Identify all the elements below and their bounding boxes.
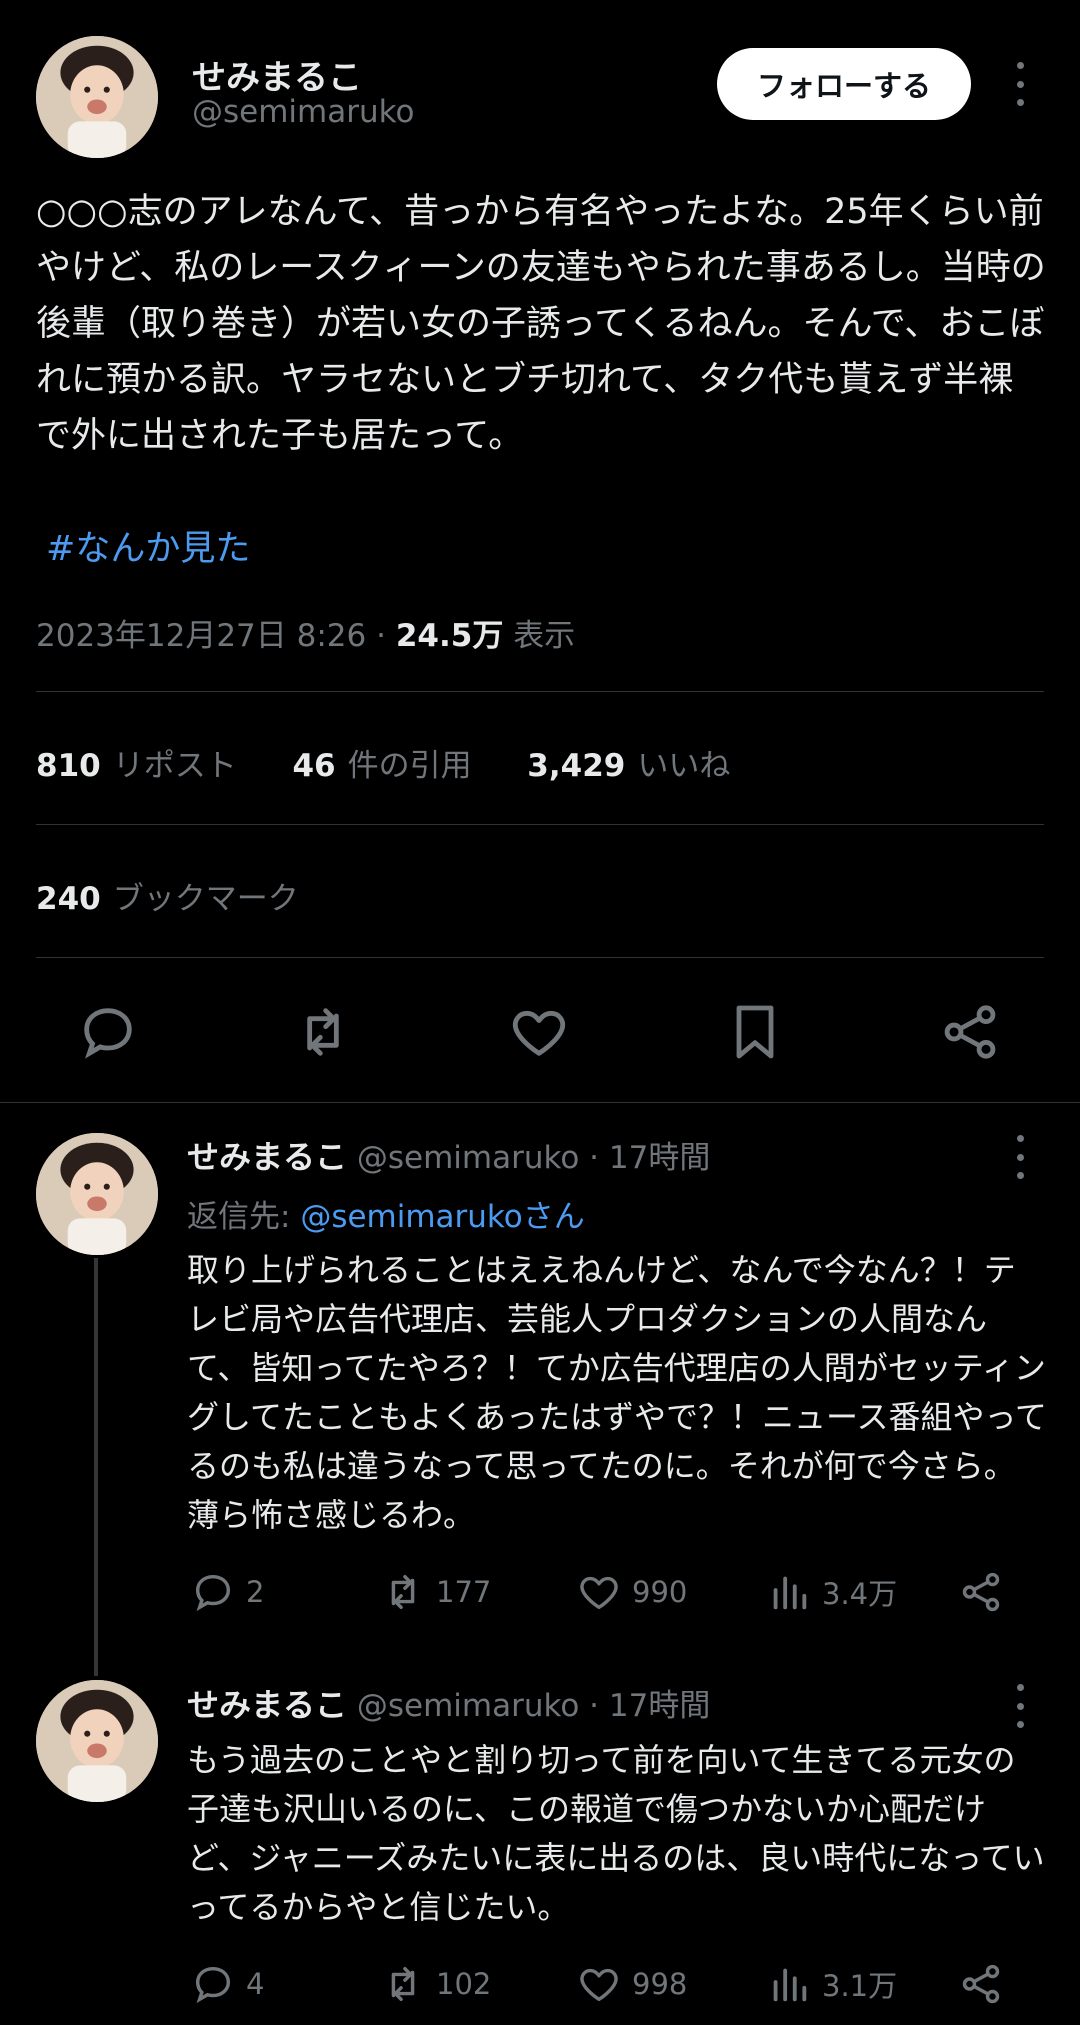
- reply-handle[interactable]: @semimaruko: [357, 1140, 579, 1176]
- avatar-image: [36, 36, 158, 158]
- avatar[interactable]: [36, 1133, 158, 1255]
- reply-to-handle[interactable]: @semimarukoさん: [300, 1199, 584, 1235]
- repost-count-button[interactable]: 102: [380, 1959, 491, 2009]
- views-label: 表示: [513, 618, 576, 654]
- post-timestamp[interactable]: 2023年12月27日 8:26: [36, 618, 366, 654]
- more-icon[interactable]: [1010, 62, 1030, 106]
- reposts-count: 810: [36, 748, 101, 784]
- like-icon: [580, 1968, 618, 2002]
- likes-count: 3,429: [527, 748, 626, 784]
- author-display-name[interactable]: せみまるこ: [192, 50, 362, 99]
- reply-header: せみまるこ @semimaruko · 17時間: [187, 1132, 710, 1178]
- reply-display-name[interactable]: せみまるこ: [187, 1138, 347, 1176]
- bookmarks-count: 240: [36, 881, 101, 917]
- avatar[interactable]: [36, 1680, 158, 1802]
- thread-connector: [94, 1258, 98, 1676]
- views-icon: [773, 1576, 807, 1610]
- reply-icon: [195, 1966, 231, 2004]
- repost-count: 102: [436, 1967, 492, 2001]
- divider: [36, 691, 1044, 692]
- like-icon: [580, 1576, 618, 1610]
- divider: [36, 957, 1044, 958]
- view-count: 3.1万: [822, 1969, 898, 2003]
- reply-icon: [195, 1574, 231, 1612]
- like-count: 990: [632, 1575, 688, 1609]
- views-count-button[interactable]: 3.1万: [766, 1959, 897, 2009]
- likes-label: いいね: [637, 748, 731, 784]
- repost-icon: [307, 1008, 339, 1056]
- reply-to-line: 返信先: @semimarukoさん: [187, 1191, 585, 1236]
- repost-count: 177: [436, 1575, 492, 1609]
- quotes-stat[interactable]: 46 件の引用: [292, 748, 471, 784]
- views-count: 24.5万: [395, 618, 504, 654]
- reply-text: 取り上げられることはええねんけど、なんで今なん？！テレビ局や広告代理店、芸能人プ…: [187, 1251, 1047, 1534]
- reply-count: 4: [246, 1967, 265, 2001]
- reply-display-name[interactable]: せみまるこ: [187, 1686, 347, 1724]
- quotes-label: 件の引用: [347, 748, 472, 784]
- reply-handle[interactable]: @semimaruko: [357, 1688, 579, 1724]
- reply-time[interactable]: · 17時間: [589, 1140, 710, 1176]
- repost-icon: [391, 1574, 415, 1610]
- avatar[interactable]: [36, 36, 158, 158]
- reply-count: 2: [246, 1575, 265, 1609]
- avatar-image: [36, 1680, 158, 1802]
- repost-button[interactable]: [291, 1000, 355, 1064]
- meta-separator: ·: [366, 618, 396, 654]
- post-text: ○○○志のアレなんて、昔っから有名やったよな。25年くらい前やけど、私のレースク…: [36, 192, 1046, 456]
- like-icon: [512, 1010, 566, 1056]
- share-button[interactable]: [958, 1959, 1014, 2009]
- reply-text: もう過去のことやと割り切って前を向いて生きてる元女の子達も沢山いるのに、この報道…: [187, 1741, 1045, 1926]
- reply-button[interactable]: [76, 1000, 140, 1064]
- reposts-label: リポスト: [112, 748, 237, 784]
- like-count: 998: [632, 1967, 688, 2001]
- bookmark-button[interactable]: [723, 1000, 787, 1064]
- reply-count-button[interactable]: 4: [190, 1959, 264, 2009]
- hashtag-link[interactable]: #なんか見た: [46, 520, 250, 571]
- avatar-image: [36, 1133, 158, 1255]
- reply-to-prefix: 返信先:: [187, 1199, 301, 1235]
- reposts-stat[interactable]: 810 リポスト: [36, 748, 237, 784]
- quotes-count: 46: [292, 748, 336, 784]
- reply-header: せみまるこ @semimaruko · 17時間: [187, 1680, 710, 1726]
- follow-button[interactable]: フォローする: [717, 48, 971, 120]
- like-count-button[interactable]: 998: [576, 1959, 687, 2009]
- author-handle[interactable]: @semimaruko: [192, 94, 414, 130]
- view-count: 3.4万: [822, 1577, 898, 1611]
- like-button[interactable]: [507, 1000, 571, 1064]
- views-count-button[interactable]: 3.4万: [766, 1567, 897, 1617]
- bookmark-icon: [736, 1005, 774, 1059]
- share-icon: [962, 1964, 1000, 2004]
- repost-count-button[interactable]: 177: [380, 1567, 491, 1617]
- more-icon[interactable]: [1010, 1684, 1030, 1728]
- likes-stat[interactable]: 3,429 いいね: [527, 748, 730, 784]
- divider: [0, 1102, 1080, 1103]
- reply-count-button[interactable]: 2: [190, 1567, 264, 1617]
- like-count-button[interactable]: 990: [576, 1567, 687, 1617]
- share-button[interactable]: [938, 1000, 1002, 1064]
- repost-icon: [391, 1966, 415, 2002]
- share-icon: [962, 1572, 1000, 1612]
- engagement-stats: 810 リポスト 46 件の引用 3,429 いいね: [36, 740, 730, 785]
- reply-icon: [84, 1008, 132, 1059]
- more-icon[interactable]: [1010, 1135, 1030, 1179]
- share-icon: [944, 1005, 996, 1059]
- share-button[interactable]: [958, 1567, 1014, 1617]
- bookmarks-stat[interactable]: 240 ブックマーク: [36, 873, 299, 918]
- views-icon: [773, 1968, 807, 2002]
- post-meta: 2023年12月27日 8:26 · 24.5万 表示: [36, 610, 575, 655]
- divider: [36, 824, 1044, 825]
- reply-time[interactable]: · 17時間: [589, 1688, 710, 1724]
- bookmarks-label: ブックマーク: [112, 881, 299, 917]
